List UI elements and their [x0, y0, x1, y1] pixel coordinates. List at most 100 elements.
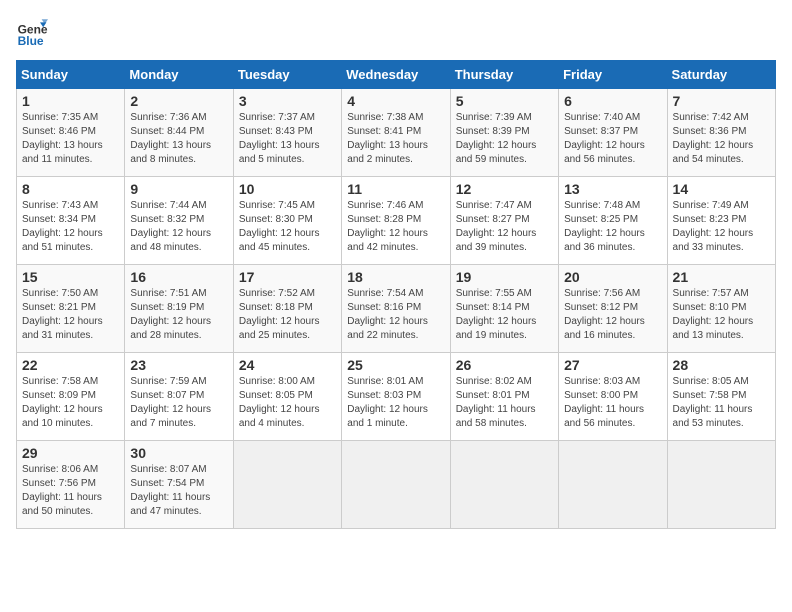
cell-content: Sunrise: 7:57 AM Sunset: 8:10 PM Dayligh… — [673, 287, 770, 343]
cell-content: Sunrise: 8:07 AM Sunset: 7:54 PM Dayligh… — [130, 463, 227, 519]
calendar-cell: 17 Sunrise: 7:52 AM Sunset: 8:18 PM Dayli… — [233, 265, 341, 353]
day-number: 13 — [564, 181, 661, 197]
cell-content: Sunrise: 7:58 AM Sunset: 8:09 PM Dayligh… — [22, 375, 119, 431]
calendar-cell: 28 Sunrise: 8:05 AM Sunset: 7:58 PM Dayli… — [667, 353, 775, 441]
cell-content: Sunrise: 7:37 AM Sunset: 8:43 PM Dayligh… — [239, 111, 336, 167]
calendar-cell: 2 Sunrise: 7:36 AM Sunset: 8:44 PM Daylig… — [125, 89, 233, 177]
calendar-cell: 12 Sunrise: 7:47 AM Sunset: 8:27 PM Dayli… — [450, 177, 558, 265]
calendar-week-row: 8 Sunrise: 7:43 AM Sunset: 8:34 PM Daylig… — [17, 177, 776, 265]
cell-content: Sunrise: 7:42 AM Sunset: 8:36 PM Dayligh… — [673, 111, 770, 167]
cell-content: Sunrise: 8:06 AM Sunset: 7:56 PM Dayligh… — [22, 463, 119, 519]
cell-content: Sunrise: 7:52 AM Sunset: 8:18 PM Dayligh… — [239, 287, 336, 343]
calendar-cell: 23 Sunrise: 7:59 AM Sunset: 8:07 PM Dayli… — [125, 353, 233, 441]
weekday-header-monday: Monday — [125, 61, 233, 89]
calendar-cell: 9 Sunrise: 7:44 AM Sunset: 8:32 PM Daylig… — [125, 177, 233, 265]
calendar-cell: 22 Sunrise: 7:58 AM Sunset: 8:09 PM Dayli… — [17, 353, 125, 441]
day-number: 30 — [130, 445, 227, 461]
day-number: 18 — [347, 269, 444, 285]
day-number: 14 — [673, 181, 770, 197]
cell-content: Sunrise: 7:48 AM Sunset: 8:25 PM Dayligh… — [564, 199, 661, 255]
cell-content: Sunrise: 7:45 AM Sunset: 8:30 PM Dayligh… — [239, 199, 336, 255]
day-number: 21 — [673, 269, 770, 285]
calendar-week-row: 22 Sunrise: 7:58 AM Sunset: 8:09 PM Dayli… — [17, 353, 776, 441]
calendar-cell: 24 Sunrise: 8:00 AM Sunset: 8:05 PM Dayli… — [233, 353, 341, 441]
calendar-cell: 19 Sunrise: 7:55 AM Sunset: 8:14 PM Dayli… — [450, 265, 558, 353]
weekday-header-wednesday: Wednesday — [342, 61, 450, 89]
day-number: 6 — [564, 93, 661, 109]
day-number: 17 — [239, 269, 336, 285]
calendar-cell: 30 Sunrise: 8:07 AM Sunset: 7:54 PM Dayli… — [125, 441, 233, 529]
calendar-cell: 14 Sunrise: 7:49 AM Sunset: 8:23 PM Dayli… — [667, 177, 775, 265]
calendar-cell — [450, 441, 558, 529]
calendar-cell: 1 Sunrise: 7:35 AM Sunset: 8:46 PM Daylig… — [17, 89, 125, 177]
cell-content: Sunrise: 7:39 AM Sunset: 8:39 PM Dayligh… — [456, 111, 553, 167]
day-number: 19 — [456, 269, 553, 285]
day-number: 3 — [239, 93, 336, 109]
calendar-cell — [667, 441, 775, 529]
cell-content: Sunrise: 7:50 AM Sunset: 8:21 PM Dayligh… — [22, 287, 119, 343]
day-number: 24 — [239, 357, 336, 373]
calendar-cell: 4Sunrise: 7:38 AM Sunset: 8:41 PM Daylig… — [342, 89, 450, 177]
day-number: 9 — [130, 181, 227, 197]
cell-content: Sunrise: 7:54 AM Sunset: 8:16 PM Dayligh… — [347, 287, 444, 343]
calendar-week-row: 15 Sunrise: 7:50 AM Sunset: 8:21 PM Dayli… — [17, 265, 776, 353]
cell-content: Sunrise: 7:47 AM Sunset: 8:27 PM Dayligh… — [456, 199, 553, 255]
logo-icon: General Blue — [16, 16, 48, 48]
day-number: 26 — [456, 357, 553, 373]
day-number: 7 — [673, 93, 770, 109]
calendar-cell: 11Sunrise: 7:46 AM Sunset: 8:28 PM Dayli… — [342, 177, 450, 265]
calendar-cell: 5 Sunrise: 7:39 AM Sunset: 8:39 PM Daylig… — [450, 89, 558, 177]
day-number: 22 — [22, 357, 119, 373]
calendar-cell: 8 Sunrise: 7:43 AM Sunset: 8:34 PM Daylig… — [17, 177, 125, 265]
cell-content: Sunrise: 7:35 AM Sunset: 8:46 PM Dayligh… — [22, 111, 119, 167]
cell-content: Sunrise: 7:44 AM Sunset: 8:32 PM Dayligh… — [130, 199, 227, 255]
cell-content: Sunrise: 7:49 AM Sunset: 8:23 PM Dayligh… — [673, 199, 770, 255]
cell-content: Sunrise: 7:36 AM Sunset: 8:44 PM Dayligh… — [130, 111, 227, 167]
day-number: 16 — [130, 269, 227, 285]
day-number: 10 — [239, 181, 336, 197]
day-number: 25 — [347, 357, 444, 373]
cell-content: Sunrise: 7:55 AM Sunset: 8:14 PM Dayligh… — [456, 287, 553, 343]
day-number: 23 — [130, 357, 227, 373]
calendar-cell: 29Sunrise: 8:06 AM Sunset: 7:56 PM Dayli… — [17, 441, 125, 529]
calendar-cell: 3 Sunrise: 7:37 AM Sunset: 8:43 PM Daylig… — [233, 89, 341, 177]
calendar-cell: 21 Sunrise: 7:57 AM Sunset: 8:10 PM Dayli… — [667, 265, 775, 353]
calendar-cell — [559, 441, 667, 529]
day-number: 1 — [22, 93, 119, 109]
day-number: 2 — [130, 93, 227, 109]
weekday-header-friday: Friday — [559, 61, 667, 89]
cell-content: Sunrise: 7:38 AM Sunset: 8:41 PM Dayligh… — [347, 111, 444, 167]
day-number: 27 — [564, 357, 661, 373]
logo: General Blue — [16, 16, 52, 48]
weekday-header-saturday: Saturday — [667, 61, 775, 89]
calendar-cell: 26 Sunrise: 8:02 AM Sunset: 8:01 PM Dayli… — [450, 353, 558, 441]
calendar-cell: 25 Sunrise: 8:01 AM Sunset: 8:03 PM Dayli… — [342, 353, 450, 441]
calendar-table: SundayMondayTuesdayWednesdayThursdayFrid… — [16, 60, 776, 529]
day-number: 11 — [347, 181, 444, 197]
day-number: 5 — [456, 93, 553, 109]
calendar-cell: 7 Sunrise: 7:42 AM Sunset: 8:36 PM Daylig… — [667, 89, 775, 177]
cell-content: Sunrise: 7:59 AM Sunset: 8:07 PM Dayligh… — [130, 375, 227, 431]
calendar-cell: 18 Sunrise: 7:54 AM Sunset: 8:16 PM Dayli… — [342, 265, 450, 353]
calendar-cell: 16 Sunrise: 7:51 AM Sunset: 8:19 PM Dayli… — [125, 265, 233, 353]
day-number: 20 — [564, 269, 661, 285]
weekday-header-sunday: Sunday — [17, 61, 125, 89]
calendar-cell: 15 Sunrise: 7:50 AM Sunset: 8:21 PM Dayli… — [17, 265, 125, 353]
weekday-header-thursday: Thursday — [450, 61, 558, 89]
day-number: 8 — [22, 181, 119, 197]
day-number: 12 — [456, 181, 553, 197]
calendar-cell: 6 Sunrise: 7:40 AM Sunset: 8:37 PM Daylig… — [559, 89, 667, 177]
cell-content: Sunrise: 8:02 AM Sunset: 8:01 PM Dayligh… — [456, 375, 553, 431]
cell-content: Sunrise: 7:51 AM Sunset: 8:19 PM Dayligh… — [130, 287, 227, 343]
day-number: 15 — [22, 269, 119, 285]
calendar-cell: 10 Sunrise: 7:45 AM Sunset: 8:30 PM Dayli… — [233, 177, 341, 265]
day-number: 28 — [673, 357, 770, 373]
cell-content: Sunrise: 8:05 AM Sunset: 7:58 PM Dayligh… — [673, 375, 770, 431]
cell-content: Sunrise: 7:56 AM Sunset: 8:12 PM Dayligh… — [564, 287, 661, 343]
cell-content: Sunrise: 8:01 AM Sunset: 8:03 PM Dayligh… — [347, 375, 444, 431]
cell-content: Sunrise: 8:00 AM Sunset: 8:05 PM Dayligh… — [239, 375, 336, 431]
cell-content: Sunrise: 7:40 AM Sunset: 8:37 PM Dayligh… — [564, 111, 661, 167]
calendar-week-row: 29Sunrise: 8:06 AM Sunset: 7:56 PM Dayli… — [17, 441, 776, 529]
svg-text:Blue: Blue — [18, 34, 44, 48]
cell-content: Sunrise: 7:43 AM Sunset: 8:34 PM Dayligh… — [22, 199, 119, 255]
